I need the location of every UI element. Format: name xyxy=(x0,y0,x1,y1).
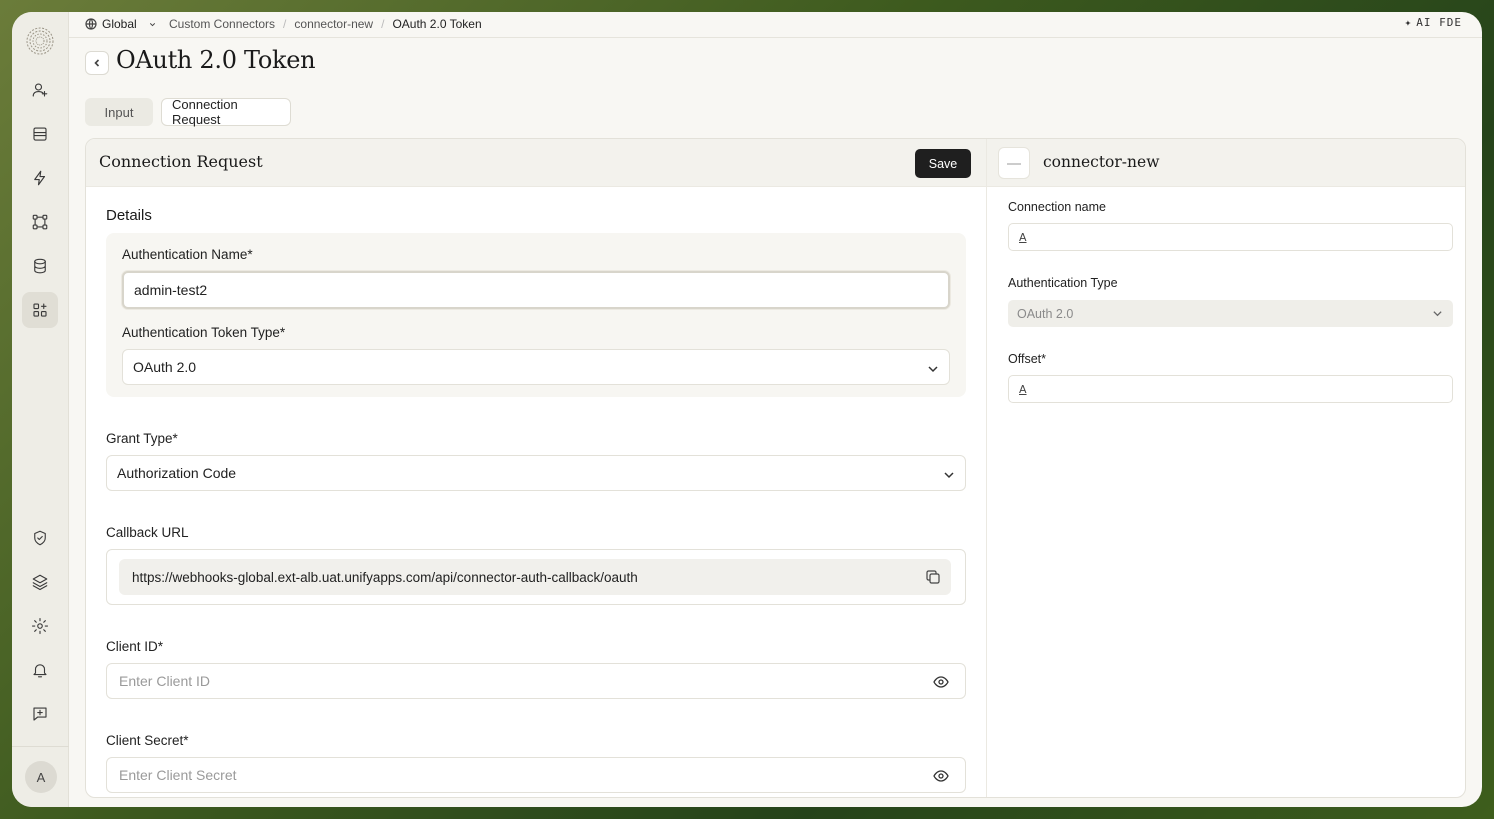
connector-header: connector-new xyxy=(987,139,1465,187)
tab-connection-request[interactable]: Connection Request xyxy=(161,97,291,127)
layers-icon xyxy=(32,574,48,591)
token-type-label: Authentication Token Type* xyxy=(122,325,286,340)
ai-fde-label: AI FDE xyxy=(1416,16,1462,29)
sidebar-item-layers[interactable] xyxy=(22,564,58,600)
breadcrumb-current: OAuth 2.0 Token xyxy=(392,17,482,31)
breadcrumb-custom-connectors[interactable]: Custom Connectors xyxy=(169,17,275,31)
text-type-icon: A xyxy=(1019,230,1027,244)
sidebar-item-apps[interactable] xyxy=(22,292,58,328)
tab-input[interactable]: Input xyxy=(85,98,153,126)
chevron-left-icon xyxy=(94,59,100,67)
grant-type-select[interactable]: Authorization Code xyxy=(106,455,966,491)
sidebar-divider xyxy=(12,746,69,747)
scope-label: Global xyxy=(102,17,137,31)
sidebar: A xyxy=(12,12,69,807)
callback-url-text: https://webhooks-global.ext-alb.uat.unif… xyxy=(132,569,638,585)
auth-name-value: admin-test2 xyxy=(134,282,208,298)
connector-name: connector-new xyxy=(1043,153,1160,171)
connector-logo-icon xyxy=(998,147,1030,179)
connection-request-header: Connection Request Save xyxy=(86,139,986,187)
details-heading: Details xyxy=(106,207,152,224)
auth-name-input[interactable]: admin-test2 xyxy=(122,271,950,309)
apps-grid-icon xyxy=(33,303,47,317)
breadcrumb: Custom Connectors / connector-new / OAut… xyxy=(169,17,482,31)
auth-type-value: OAuth 2.0 xyxy=(1017,306,1074,321)
table-icon xyxy=(33,127,47,141)
client-id-label: Client ID* xyxy=(106,639,164,654)
section-header-title: Connection Request xyxy=(99,152,263,171)
sidebar-item-users[interactable] xyxy=(22,72,58,108)
lightning-icon xyxy=(34,170,46,186)
token-type-value: OAuth 2.0 xyxy=(133,359,197,375)
scope-selector[interactable]: Global xyxy=(85,17,157,31)
sidebar-item-automations[interactable] xyxy=(22,160,58,196)
token-type-select[interactable]: OAuth 2.0 xyxy=(122,349,950,385)
ai-fde-button[interactable]: ✦ AI FDE xyxy=(1405,16,1462,29)
sidebar-item-feedback[interactable] xyxy=(22,696,58,732)
bell-icon xyxy=(33,664,47,678)
copy-icon[interactable] xyxy=(925,569,941,585)
client-secret-placeholder: Enter Client Secret xyxy=(119,767,237,783)
user-plus-icon xyxy=(32,83,48,97)
auth-name-label: Authentication Name* xyxy=(122,247,253,262)
gear-icon xyxy=(31,617,49,635)
topbar: Global Custom Connectors / connector-new… xyxy=(69,12,1482,38)
sparkle-icon: ✦ xyxy=(1404,16,1413,29)
breadcrumb-connector[interactable]: connector-new xyxy=(294,17,373,31)
database-icon xyxy=(34,258,46,274)
breadcrumb-separator: / xyxy=(283,17,287,31)
workflow-icon xyxy=(32,214,48,230)
connection-name-input[interactable]: A xyxy=(1008,223,1453,251)
auth-type-select: OAuth 2.0 xyxy=(1008,300,1453,327)
sidebar-item-database[interactable] xyxy=(22,248,58,284)
text-type-icon: A xyxy=(1019,382,1027,396)
chevron-down-icon xyxy=(1432,308,1443,319)
page-title: OAuth 2.0 Token xyxy=(116,46,316,74)
sidebar-item-security[interactable] xyxy=(22,520,58,556)
sidebar-item-tables[interactable] xyxy=(22,116,58,152)
grant-type-label: Grant Type* xyxy=(106,431,178,446)
grant-type-value: Authorization Code xyxy=(117,465,237,481)
app-logo-icon[interactable] xyxy=(25,26,55,56)
sidebar-item-settings[interactable] xyxy=(22,608,58,644)
client-id-placeholder: Enter Client ID xyxy=(119,673,211,689)
globe-icon xyxy=(85,18,97,30)
chevron-down-icon xyxy=(927,362,939,374)
offset-label: Offset* xyxy=(1008,352,1046,366)
chevron-down-icon xyxy=(943,468,955,480)
client-secret-label: Client Secret* xyxy=(106,733,189,748)
avatar[interactable]: A xyxy=(25,761,57,793)
main-panel: Connection Request Save Details Authenti… xyxy=(85,138,1466,798)
client-id-input[interactable]: Enter Client ID xyxy=(106,663,966,699)
offset-input[interactable]: A xyxy=(1008,375,1453,403)
save-button[interactable]: Save xyxy=(915,149,971,178)
breadcrumb-separator: / xyxy=(381,17,385,31)
sidebar-item-workflows[interactable] xyxy=(22,204,58,240)
callback-url-label: Callback URL xyxy=(106,525,189,540)
app-window: A Global Custom Connectors / connector-n… xyxy=(12,12,1482,807)
column-divider xyxy=(986,139,987,797)
eye-icon[interactable] xyxy=(933,674,949,690)
back-button[interactable] xyxy=(85,51,109,75)
callback-url-value: https://webhooks-global.ext-alb.uat.unif… xyxy=(119,559,951,595)
chevron-down-icon xyxy=(149,22,155,26)
sidebar-item-notifications[interactable] xyxy=(22,652,58,688)
auth-type-label: Authentication Type xyxy=(1008,276,1118,290)
callback-url-field: https://webhooks-global.ext-alb.uat.unif… xyxy=(106,549,966,605)
connection-name-label: Connection name xyxy=(1008,200,1106,214)
eye-icon[interactable] xyxy=(933,768,949,784)
client-secret-input[interactable]: Enter Client Secret xyxy=(106,757,966,793)
chat-sparkle-icon xyxy=(33,707,47,721)
shield-check-icon xyxy=(34,530,46,546)
